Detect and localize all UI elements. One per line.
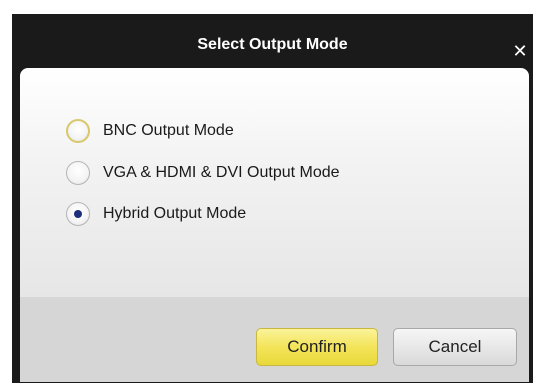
dialog-titlebar: Select Output Mode ✕ [12, 14, 533, 66]
option-label: VGA & HDMI & DVI Output Mode [103, 164, 340, 181]
option-vga-hdmi-dvi-output-mode[interactable]: VGA & HDMI & DVI Output Mode [66, 159, 340, 187]
close-icon[interactable]: ✕ [511, 42, 529, 60]
option-hybrid-output-mode[interactable]: Hybrid Output Mode [66, 200, 246, 228]
radio-hybrid[interactable] [66, 202, 90, 226]
option-label: BNC Output Mode [103, 122, 234, 139]
confirm-button[interactable]: Confirm [256, 328, 378, 366]
cancel-button[interactable]: Cancel [393, 328, 517, 366]
dialog-title: Select Output Mode [197, 36, 348, 53]
option-label: Hybrid Output Mode [103, 205, 247, 222]
select-output-mode-dialog: Select Output Mode ✕ BNC Output Mode VGA… [12, 14, 533, 383]
radio-vga-hdmi-dvi[interactable] [66, 161, 90, 185]
option-bnc-output-mode[interactable]: BNC Output Mode [66, 117, 234, 145]
radio-bnc[interactable] [66, 119, 90, 143]
